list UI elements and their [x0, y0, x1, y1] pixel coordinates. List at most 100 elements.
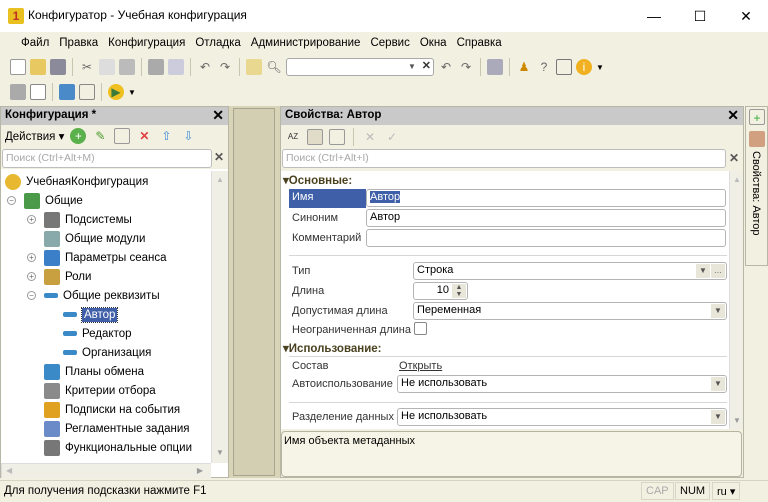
chevron-down-icon[interactable]: ▼: [596, 63, 604, 72]
content-open-link[interactable]: Открыть: [399, 360, 442, 372]
close-button[interactable]: ✕: [736, 6, 756, 26]
chevron-down-icon[interactable]: ▼: [128, 88, 136, 97]
find-prev-icon[interactable]: ↶: [438, 59, 454, 75]
sort-alphabetical-icon[interactable]: AZ: [285, 129, 301, 145]
chevron-down-icon[interactable]: ▼: [711, 410, 725, 424]
expander-icon[interactable]: −: [7, 196, 16, 206]
help-contents-icon[interactable]: [556, 59, 572, 75]
filter-icon[interactable]: [329, 129, 345, 145]
menu-configuration[interactable]: Конфигурация: [103, 37, 190, 49]
move-up-icon[interactable]: ⇧: [158, 128, 174, 144]
minimize-button[interactable]: —: [644, 6, 664, 26]
move-down-icon[interactable]: ⇩: [180, 128, 196, 144]
info-icon[interactable]: i: [576, 59, 592, 75]
clear-search-icon[interactable]: ✕: [729, 151, 739, 165]
group-main[interactable]: ▾Основные:: [283, 173, 352, 187]
actions-menu-button[interactable]: Действия ▾: [5, 129, 64, 143]
database-icon[interactable]: [59, 84, 75, 100]
unlimited-length-checkbox[interactable]: [414, 322, 427, 335]
synonym-field[interactable]: Автор: [366, 209, 726, 227]
expander-icon[interactable]: −: [27, 291, 36, 301]
side-tab-properties[interactable]: + Свойства: Автор: [745, 106, 768, 266]
close-icon[interactable]: ✕: [727, 107, 739, 124]
menu-administration[interactable]: Администрирование: [246, 37, 366, 49]
tree-item[interactable]: Критерии отбора: [27, 382, 156, 400]
print-icon[interactable]: [148, 59, 164, 75]
tree-item[interactable]: Функциональные опции: [27, 439, 192, 457]
list-icon[interactable]: [79, 84, 95, 100]
help-search-icon[interactable]: ?: [536, 59, 552, 75]
copy-icon[interactable]: [99, 59, 115, 75]
close-icon[interactable]: ✕: [212, 107, 224, 124]
cut-icon[interactable]: ✂: [79, 59, 95, 75]
tree-item[interactable]: Регламентные задания: [27, 420, 190, 438]
name-field[interactable]: Автор: [366, 189, 726, 207]
windows-icon[interactable]: [487, 59, 503, 75]
properties-vertical-scrollbar[interactable]: ▲ ▼: [729, 171, 743, 429]
config-open-icon[interactable]: [10, 84, 26, 100]
comment-field[interactable]: [366, 229, 726, 247]
language-selector[interactable]: ru ▾: [712, 482, 741, 500]
maximize-button[interactable]: ☐: [690, 6, 710, 26]
menu-edit[interactable]: Правка: [54, 37, 103, 49]
open-icon[interactable]: [30, 59, 46, 75]
clear-icon[interactable]: ✕: [422, 59, 431, 72]
tree-item[interactable]: Автор: [63, 306, 119, 324]
chevron-down-icon[interactable]: ▼: [711, 304, 725, 318]
cancel-icon[interactable]: ✕: [362, 129, 378, 145]
chevron-down-icon[interactable]: ▼: [711, 377, 725, 391]
search-icon[interactable]: 🔍︎: [266, 59, 282, 75]
tree-vertical-scrollbar[interactable]: ▲ ▼: [211, 171, 228, 463]
menu-file[interactable]: Файл: [16, 37, 54, 49]
expander-icon[interactable]: +: [27, 253, 36, 263]
menu-service[interactable]: Сервис: [365, 37, 414, 49]
save-icon[interactable]: [50, 59, 66, 75]
run-debug-icon[interactable]: ▶: [108, 84, 124, 100]
tree-horizontal-scrollbar[interactable]: ◀ ▶: [1, 463, 211, 478]
auto-use-select[interactable]: Не использовать ▼: [397, 375, 727, 393]
new-window-icon[interactable]: +: [749, 109, 765, 125]
redo-icon[interactable]: ↷: [217, 59, 233, 75]
chevron-down-icon[interactable]: ▼: [696, 264, 710, 278]
tree-search-input[interactable]: Поиск (Ctrl+Alt+M): [2, 149, 212, 168]
tree-item[interactable]: + Подсистемы: [27, 211, 132, 229]
ellipsis-icon[interactable]: …: [711, 264, 725, 278]
paste-icon[interactable]: [119, 59, 135, 75]
tree-item[interactable]: Общие модули: [27, 230, 145, 248]
undo-icon[interactable]: ↶: [197, 59, 213, 75]
copy-item-icon[interactable]: [114, 128, 131, 144]
tree-item[interactable]: + Параметры сеанса: [27, 249, 167, 267]
expander-icon[interactable]: +: [27, 272, 36, 282]
compare-icon[interactable]: [30, 84, 46, 100]
search-combo[interactable]: ▼ ✕: [286, 58, 434, 76]
tree-item[interactable]: Организация: [63, 344, 151, 362]
new-icon[interactable]: [10, 59, 26, 75]
menu-help[interactable]: Справка: [452, 37, 507, 49]
stepper-arrows-icon[interactable]: ▲ ▼: [452, 284, 466, 298]
tree-item[interactable]: Редактор: [63, 325, 132, 343]
menu-windows[interactable]: Окна: [415, 37, 452, 49]
edit-icon[interactable]: ✎: [92, 128, 108, 144]
data-separation-select[interactable]: Не использовать ▼: [397, 408, 727, 426]
chevron-down-icon[interactable]: ▼: [405, 60, 419, 74]
allowed-length-select[interactable]: Переменная ▼: [413, 302, 727, 320]
clear-search-icon[interactable]: ✕: [214, 150, 224, 164]
tree-item[interactable]: УчебнаяКонфигурация: [5, 173, 148, 191]
delete-icon[interactable]: ✕: [136, 128, 152, 144]
tree-item[interactable]: + Роли: [27, 268, 91, 286]
group-usage[interactable]: ▾Использование:: [283, 341, 382, 355]
tree-item[interactable]: Подписки на события: [27, 401, 180, 419]
type-field[interactable]: Строка ▼…: [413, 262, 727, 280]
length-stepper[interactable]: 10 ▲ ▼: [413, 282, 468, 300]
tree-item[interactable]: Планы обмена: [27, 363, 144, 381]
tree-item[interactable]: − Общие: [7, 192, 83, 210]
menu-debug[interactable]: Отладка: [190, 37, 245, 49]
find-next-icon[interactable]: ↷: [458, 59, 474, 75]
properties-search-input[interactable]: Поиск (Ctrl+Alt+I): [282, 149, 726, 168]
expander-icon[interactable]: +: [27, 215, 36, 225]
find-in-tree-icon[interactable]: [246, 59, 262, 75]
add-icon[interactable]: +: [70, 128, 87, 144]
tree-item[interactable]: − Общие реквизиты: [27, 287, 160, 305]
print-preview-icon[interactable]: [168, 59, 184, 75]
apply-icon[interactable]: ✓: [384, 129, 400, 145]
